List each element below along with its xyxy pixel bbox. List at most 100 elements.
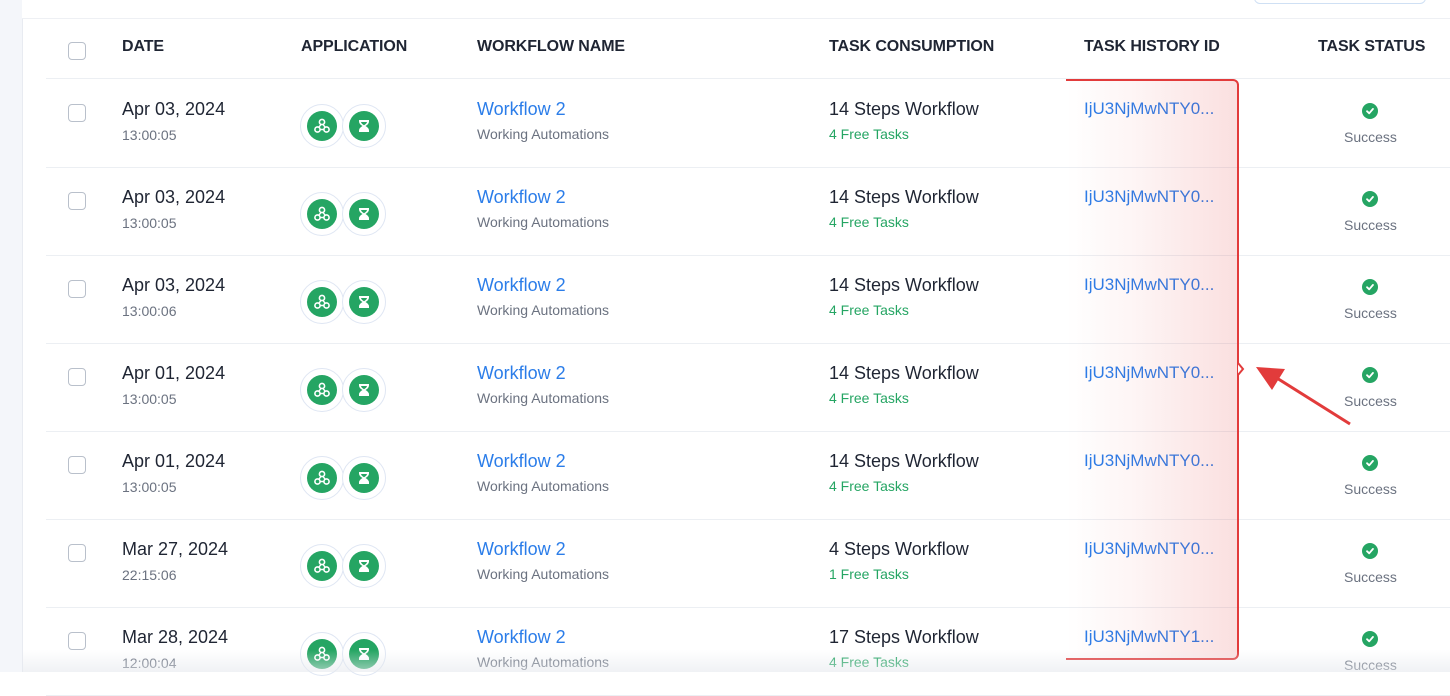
- row-date: Apr 01, 2024: [122, 451, 226, 471]
- task-steps: 14 Steps Workflow: [829, 451, 979, 471]
- task-history-id-link[interactable]: IjU3NjMwNTY0...: [1084, 187, 1214, 207]
- column-header-workflow-name: WORKFLOW NAME: [477, 38, 626, 55]
- webhook-app-badge: [300, 544, 344, 588]
- status-label: Success: [1344, 393, 1397, 409]
- schedule-app-badge: [342, 192, 386, 236]
- workflow-folder: Working Automations: [477, 478, 610, 494]
- task-free-count: 1 Free Tasks: [829, 566, 909, 582]
- schedule-icon: [349, 199, 379, 229]
- task-steps: 14 Steps Workflow: [829, 99, 979, 119]
- workflow-name-link[interactable]: Workflow 2: [477, 451, 566, 472]
- row-time: 13:00:05: [122, 391, 177, 407]
- workflow-folder: Working Automations: [477, 302, 610, 318]
- check-circle-icon: [1362, 367, 1378, 383]
- workflow-name-link[interactable]: Workflow 2: [477, 539, 566, 560]
- row-time: 13:00:05: [122, 479, 177, 495]
- workflow-name-link[interactable]: Workflow 2: [477, 627, 566, 648]
- workflow-folder: Working Automations: [477, 566, 610, 582]
- task-free-count: 4 Free Tasks: [829, 126, 909, 142]
- left-rail: [0, 0, 23, 672]
- webhook-app-badge: [300, 632, 344, 676]
- webhook-app-badge: [300, 192, 344, 236]
- task-history-id-link[interactable]: IjU3NjMwNTY0...: [1084, 451, 1214, 471]
- row-checkbox[interactable]: [68, 544, 86, 562]
- table-row[interactable]: Apr 03, 2024 13:00:05 Workflow 2 Working…: [46, 167, 1450, 256]
- row-time: 12:00:04: [122, 655, 177, 671]
- task-free-count: 4 Free Tasks: [829, 654, 909, 670]
- schedule-app-badge: [342, 544, 386, 588]
- status-label: Success: [1344, 657, 1397, 673]
- status-label: Success: [1344, 305, 1397, 321]
- row-checkbox[interactable]: [68, 632, 86, 650]
- table-row[interactable]: Apr 03, 2024 13:00:05 Workflow 2 Working…: [46, 79, 1450, 168]
- task-steps: 14 Steps Workflow: [829, 187, 979, 207]
- column-header-task-status: TASK STATUS: [1318, 38, 1426, 55]
- row-date: Apr 03, 2024: [122, 275, 226, 295]
- select-all-checkbox[interactable]: [68, 42, 86, 60]
- schedule-app-badge: [342, 280, 386, 324]
- workflow-name-link[interactable]: Workflow 2: [477, 99, 566, 120]
- table-row[interactable]: Apr 03, 2024 13:00:06 Workflow 2 Working…: [46, 255, 1450, 344]
- check-circle-icon: [1362, 191, 1378, 207]
- check-circle-icon: [1362, 631, 1378, 647]
- workflow-name-link[interactable]: Workflow 2: [477, 363, 566, 384]
- top-button-edge[interactable]: [1254, 0, 1426, 4]
- row-checkbox[interactable]: [68, 368, 86, 386]
- schedule-app-badge: [342, 368, 386, 412]
- webhook-icon: [307, 463, 337, 493]
- task-free-count: 4 Free Tasks: [829, 478, 909, 494]
- row-date: Apr 01, 2024: [122, 363, 226, 383]
- table-row[interactable]: Mar 27, 2024 22:15:06 Workflow 2 Working…: [46, 519, 1450, 608]
- column-header-task-history-id: TASK HISTORY ID: [1084, 38, 1220, 55]
- task-history-id-link[interactable]: IjU3NjMwNTY0...: [1084, 539, 1214, 559]
- check-circle-icon: [1362, 279, 1378, 295]
- webhook-app-badge: [300, 456, 344, 500]
- table-row[interactable]: Apr 01, 2024 13:00:05 Workflow 2 Working…: [46, 343, 1450, 432]
- status-label: Success: [1344, 129, 1397, 145]
- workflow-name-link[interactable]: Workflow 2: [477, 275, 566, 296]
- schedule-icon: [349, 287, 379, 317]
- row-date: Apr 03, 2024: [122, 187, 226, 207]
- schedule-icon: [349, 463, 379, 493]
- column-header-application: APPLICATION: [301, 38, 408, 55]
- column-header-date[interactable]: DATE: [122, 38, 164, 56]
- webhook-icon: [307, 287, 337, 317]
- table-header: DATE APPLICATION WORKFLOW NAME TASK CONS…: [46, 18, 1450, 79]
- row-time: 13:00:05: [122, 127, 177, 143]
- check-circle-icon: [1362, 543, 1378, 559]
- table-row[interactable]: Apr 01, 2024 13:00:05 Workflow 2 Working…: [46, 431, 1450, 520]
- task-history-id-link[interactable]: IjU3NjMwNTY1...: [1084, 627, 1214, 647]
- table-row[interactable]: Mar 28, 2024 12:00:04 Workflow 2 Working…: [46, 607, 1450, 696]
- check-circle-icon: [1362, 455, 1378, 471]
- row-date: Mar 27, 2024: [122, 539, 229, 559]
- task-steps: 14 Steps Workflow: [829, 363, 979, 383]
- row-date: Mar 28, 2024: [122, 627, 229, 647]
- webhook-app-badge: [300, 280, 344, 324]
- schedule-icon: [349, 111, 379, 141]
- webhook-icon: [307, 639, 337, 669]
- workflow-folder: Working Automations: [477, 390, 610, 406]
- schedule-app-badge: [342, 456, 386, 500]
- task-history-id-link[interactable]: IjU3NjMwNTY0...: [1084, 99, 1214, 119]
- task-history-id-link[interactable]: IjU3NjMwNTY0...: [1084, 363, 1214, 383]
- task-history-id-link[interactable]: IjU3NjMwNTY0...: [1084, 275, 1214, 295]
- webhook-icon: [307, 199, 337, 229]
- schedule-icon: [349, 375, 379, 405]
- status-label: Success: [1344, 569, 1397, 585]
- check-circle-icon: [1362, 103, 1378, 119]
- schedule-icon: [349, 639, 379, 669]
- workflow-name-link[interactable]: Workflow 2: [477, 187, 566, 208]
- row-time: 13:00:05: [122, 215, 177, 231]
- workflow-folder: Working Automations: [477, 126, 610, 142]
- webhook-icon: [307, 375, 337, 405]
- schedule-app-badge: [342, 632, 386, 676]
- row-checkbox[interactable]: [68, 104, 86, 122]
- status-label: Success: [1344, 217, 1397, 233]
- row-time: 22:15:06: [122, 567, 177, 583]
- row-checkbox[interactable]: [68, 456, 86, 474]
- row-checkbox[interactable]: [68, 192, 86, 210]
- task-free-count: 4 Free Tasks: [829, 390, 909, 406]
- webhook-icon: [307, 111, 337, 141]
- task-steps: 17 Steps Workflow: [829, 627, 979, 647]
- row-checkbox[interactable]: [68, 280, 86, 298]
